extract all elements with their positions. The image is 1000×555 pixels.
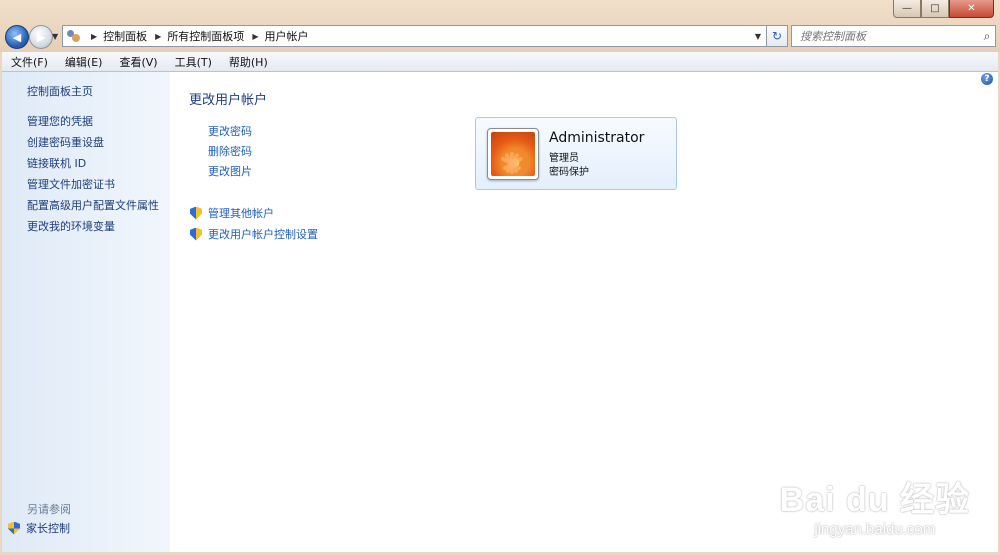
user-accounts-icon bbox=[65, 28, 83, 44]
window-controls: — □ ✕ bbox=[893, 0, 994, 18]
sidebar-item-manage-credentials[interactable]: 管理您的凭据 bbox=[27, 113, 93, 129]
menu-file[interactable]: 文件(F) bbox=[2, 54, 56, 70]
breadcrumb-label: 所有控制面板项 bbox=[167, 30, 245, 43]
account-role: 管理员 bbox=[549, 153, 579, 164]
change-password-link[interactable]: 更改密码 bbox=[208, 123, 252, 139]
breadcrumb-label: 控制面板 bbox=[103, 30, 148, 43]
breadcrumb-user-accounts[interactable]: ▶ 用户帐户 bbox=[244, 28, 308, 44]
search-box[interactable]: ⌕ bbox=[791, 25, 996, 47]
menu-bar: 文件(F) 编辑(E) 查看(V) 工具(T) 帮助(H) bbox=[2, 52, 998, 72]
forward-arrow-icon: ▶ bbox=[36, 30, 46, 44]
manage-other-accounts-link[interactable]: 管理其他帐户 bbox=[190, 205, 274, 221]
avatar[interactable] bbox=[487, 128, 539, 180]
search-input[interactable] bbox=[792, 28, 979, 44]
menu-tools[interactable]: 工具(T) bbox=[166, 54, 220, 70]
see-also-heading: 另请参阅 bbox=[27, 503, 71, 516]
back-arrow-icon: ◀ bbox=[12, 30, 22, 44]
link-label: 更改用户帐户控制设置 bbox=[208, 228, 318, 241]
refresh-button[interactable]: ↻ bbox=[766, 25, 788, 47]
shield-icon bbox=[190, 227, 202, 241]
menu-help[interactable]: 帮助(H) bbox=[220, 54, 276, 70]
address-dropdown-icon[interactable]: ▼ bbox=[755, 32, 761, 41]
breadcrumb-control-panel[interactable]: ▶ 控制面板 bbox=[83, 28, 147, 44]
watermark-line1: Bai du 经验 bbox=[779, 481, 970, 519]
sidebar-item-control-panel-home[interactable]: 控制面板主页 bbox=[27, 83, 93, 99]
sidebar-item-environment-variables[interactable]: 更改我的环境变量 bbox=[27, 218, 115, 234]
uac-settings-link[interactable]: 更改用户帐户控制设置 bbox=[190, 226, 318, 242]
address-bar[interactable]: ▶ 控制面板 ▶ 所有控制面板项 ▶ 用户帐户 ▼ bbox=[62, 25, 767, 47]
link-label: 管理其他帐户 bbox=[208, 207, 274, 220]
sidebar: 控制面板主页 管理您的凭据 创建密码重设盘 链接联机 ID 管理文件加密证书 配… bbox=[2, 72, 170, 552]
account-status: 密码保护 bbox=[549, 167, 589, 178]
change-picture-link[interactable]: 更改图片 bbox=[208, 163, 252, 179]
account-name: Administrator bbox=[549, 130, 645, 146]
sidebar-item-file-encryption-certs[interactable]: 管理文件加密证书 bbox=[27, 176, 115, 192]
recent-pages-dropdown[interactable]: ▼ bbox=[52, 32, 58, 41]
breadcrumb-label: 用户帐户 bbox=[264, 30, 309, 43]
remove-password-link[interactable]: 删除密码 bbox=[208, 143, 252, 159]
refresh-icon: ↻ bbox=[771, 29, 783, 43]
sidebar-item-password-reset-disk[interactable]: 创建密码重设盘 bbox=[27, 134, 104, 150]
account-card: Administrator 管理员 密码保护 bbox=[475, 117, 677, 190]
sidebar-item-link-online-id[interactable]: 链接联机 ID bbox=[27, 155, 86, 171]
flower-picture-icon bbox=[491, 132, 535, 176]
back-button[interactable]: ◀ bbox=[5, 25, 29, 49]
close-button[interactable]: ✕ bbox=[949, 0, 994, 18]
minimize-button[interactable]: — bbox=[893, 0, 921, 18]
forward-button[interactable]: ▶ bbox=[29, 25, 53, 49]
watermark-line2: jingyan.baidu.com bbox=[814, 521, 936, 538]
shield-icon bbox=[190, 206, 202, 220]
menu-edit[interactable]: 编辑(E) bbox=[56, 54, 111, 70]
page-title: 更改用户帐户 bbox=[189, 93, 268, 108]
help-icon[interactable]: ? bbox=[981, 73, 993, 85]
main-content: ? 更改用户帐户 更改密码 删除密码 更改图片 管理其他帐户 更改用户帐户控制设… bbox=[170, 72, 998, 552]
baidu-watermark: Bai du 经验 jingyan.baidu.com bbox=[780, 472, 970, 538]
menu-view[interactable]: 查看(V) bbox=[110, 54, 165, 70]
search-icon[interactable]: ⌕ bbox=[979, 29, 995, 44]
breadcrumb-all-items[interactable]: ▶ 所有控制面板项 bbox=[147, 28, 244, 44]
shield-icon bbox=[8, 521, 20, 535]
sidebar-item-label: 家长控制 bbox=[26, 522, 70, 535]
sidebar-item-advanced-profile[interactable]: 配置高级用户配置文件属性 bbox=[27, 197, 159, 213]
maximize-button[interactable]: □ bbox=[921, 0, 949, 18]
sidebar-item-parental-controls[interactable]: 家长控制 bbox=[8, 520, 70, 536]
